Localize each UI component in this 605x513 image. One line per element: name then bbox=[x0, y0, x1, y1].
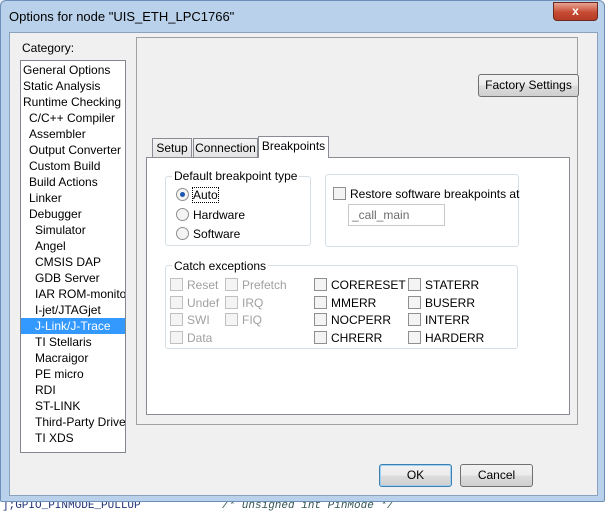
category-list[interactable]: General Options Static Analysis Runtime … bbox=[20, 60, 126, 453]
catch-chrerr-label: CHRERR bbox=[331, 331, 383, 345]
category-label: Category: bbox=[22, 41, 75, 55]
catch-mmerr-label: MMERR bbox=[331, 296, 377, 310]
category-item-linker[interactable]: Linker bbox=[21, 190, 125, 206]
category-item-ti-stellaris[interactable]: TI Stellaris bbox=[21, 334, 125, 350]
catch-exceptions-title: Catch exceptions bbox=[172, 259, 269, 273]
radio-hardware[interactable]: Hardware bbox=[176, 208, 245, 224]
catch-harderr-checkbox[interactable]: HARDERR bbox=[408, 331, 484, 347]
category-item-rdi[interactable]: RDI bbox=[21, 382, 125, 398]
catch-undef-checkbox: Undef bbox=[170, 296, 219, 312]
catch-nocperr-checkbox[interactable]: NOCPERR bbox=[314, 313, 391, 329]
factory-settings-button[interactable]: Factory Settings bbox=[478, 74, 579, 97]
category-item-iar-rom-monitor[interactable]: IAR ROM-monitor bbox=[21, 286, 125, 302]
category-item-macraigor[interactable]: Macraigor bbox=[21, 350, 125, 366]
cancel-button[interactable]: Cancel bbox=[460, 464, 533, 487]
restore-label: Restore software breakpoints at bbox=[350, 187, 520, 201]
category-item-ti-xds[interactable]: TI XDS bbox=[21, 430, 125, 446]
window-title: Options for node "UIS_ETH_LPC1766" bbox=[9, 9, 235, 24]
category-item-angel[interactable]: Angel bbox=[21, 238, 125, 254]
radio-auto-label: Auto bbox=[192, 187, 219, 203]
checkbox-icon bbox=[225, 313, 238, 326]
catch-irq-label: IRQ bbox=[242, 296, 264, 310]
catch-fiq-label: FIQ bbox=[242, 313, 262, 327]
catch-corereset-checkbox[interactable]: CORERESET bbox=[314, 278, 406, 294]
tab-breakpoints[interactable]: Breakpoints bbox=[258, 136, 329, 158]
tab-connection[interactable]: Connection bbox=[193, 138, 258, 158]
category-item-output-converter[interactable]: Output Converter bbox=[21, 142, 125, 158]
checkbox-icon bbox=[314, 296, 327, 309]
radio-circle-icon bbox=[176, 227, 189, 240]
checkbox-icon bbox=[333, 187, 346, 200]
catch-reset-label: Reset bbox=[187, 278, 219, 292]
category-item-pe-micro[interactable]: PE micro bbox=[21, 366, 125, 382]
catch-irq-checkbox: IRQ bbox=[225, 296, 263, 312]
catch-reset-checkbox: Reset bbox=[170, 278, 218, 294]
radio-dot-icon bbox=[176, 188, 189, 201]
category-item-i-jet[interactable]: I-jet/JTAGjet bbox=[21, 302, 125, 318]
catch-interr-checkbox[interactable]: INTERR bbox=[408, 313, 470, 329]
default-breakpoint-title: Default breakpoint type bbox=[172, 169, 300, 183]
category-item-custom-build[interactable]: Custom Build bbox=[21, 158, 125, 174]
catch-nocperr-label: NOCPERR bbox=[331, 313, 392, 327]
catch-interr-label: INTERR bbox=[425, 313, 470, 327]
category-item-cmsis-dap[interactable]: CMSIS DAP bbox=[21, 254, 125, 270]
checkbox-icon bbox=[225, 296, 238, 309]
radio-software-label: Software bbox=[193, 227, 241, 241]
catch-data-label: Data bbox=[187, 331, 213, 345]
close-button[interactable]: x bbox=[553, 2, 598, 21]
catch-prefetch-label: Prefetch bbox=[242, 278, 287, 292]
category-item-third-party-driver[interactable]: Third-Party Driver bbox=[21, 414, 125, 430]
catch-fiq-checkbox: FIQ bbox=[225, 313, 262, 329]
radio-auto[interactable]: Auto bbox=[176, 187, 219, 204]
checkbox-icon bbox=[225, 278, 238, 291]
ok-button[interactable]: OK bbox=[379, 464, 452, 487]
checkbox-icon bbox=[314, 313, 327, 326]
category-item-st-link[interactable]: ST-LINK bbox=[21, 398, 125, 414]
restore-checkbox[interactable]: Restore software breakpoints at bbox=[333, 187, 519, 203]
catch-corereset-label: CORERESET bbox=[331, 278, 406, 292]
catch-data-checkbox: Data bbox=[170, 331, 212, 347]
category-item-simulator[interactable]: Simulator bbox=[21, 222, 125, 238]
catch-buserr-label: BUSERR bbox=[425, 296, 476, 310]
radio-hardware-label: Hardware bbox=[193, 208, 246, 222]
category-item-gdb-server[interactable]: GDB Server bbox=[21, 270, 125, 286]
title-bar[interactable]: Options for node "UIS_ETH_LPC1766" x bbox=[1, 1, 604, 33]
radio-circle-icon bbox=[176, 208, 189, 221]
category-item-assembler[interactable]: Assembler bbox=[21, 126, 125, 142]
checkbox-icon bbox=[408, 278, 421, 291]
restore-address-input[interactable]: _call_main bbox=[348, 204, 445, 226]
catch-chrerr-checkbox[interactable]: CHRERR bbox=[314, 331, 382, 347]
checkbox-icon bbox=[170, 331, 183, 344]
checkbox-icon bbox=[170, 296, 183, 309]
catch-staterr-checkbox[interactable]: STATERR bbox=[408, 278, 479, 294]
checkbox-icon bbox=[314, 278, 327, 291]
catch-prefetch-checkbox: Prefetch bbox=[225, 278, 287, 294]
category-item-c-compiler[interactable]: C/C++ Compiler bbox=[21, 110, 125, 126]
catch-mmerr-checkbox[interactable]: MMERR bbox=[314, 296, 376, 312]
catch-staterr-label: STATERR bbox=[425, 278, 480, 292]
checkbox-icon bbox=[314, 331, 327, 344]
category-item-runtime-checking[interactable]: Runtime Checking bbox=[21, 94, 125, 110]
checkbox-icon bbox=[408, 331, 421, 344]
checkbox-icon bbox=[170, 278, 183, 291]
catch-swi-label: SWI bbox=[187, 313, 210, 327]
catch-harderr-label: HARDERR bbox=[425, 331, 485, 345]
category-item-j-link[interactable]: J-Link/J-Trace bbox=[21, 318, 125, 334]
tab-setup[interactable]: Setup bbox=[152, 138, 192, 158]
category-item-static-analysis[interactable]: Static Analysis bbox=[21, 78, 125, 94]
category-item-build-actions[interactable]: Build Actions bbox=[21, 174, 125, 190]
checkbox-icon bbox=[170, 313, 183, 326]
category-item-general-options[interactable]: General Options bbox=[21, 62, 125, 78]
catch-undef-label: Undef bbox=[187, 296, 220, 310]
radio-software[interactable]: Software bbox=[176, 227, 240, 243]
category-item-debugger[interactable]: Debugger bbox=[21, 206, 125, 222]
catch-swi-checkbox: SWI bbox=[170, 313, 210, 329]
catch-buserr-checkbox[interactable]: BUSERR bbox=[408, 296, 475, 312]
checkbox-icon bbox=[408, 296, 421, 309]
checkbox-icon bbox=[408, 313, 421, 326]
